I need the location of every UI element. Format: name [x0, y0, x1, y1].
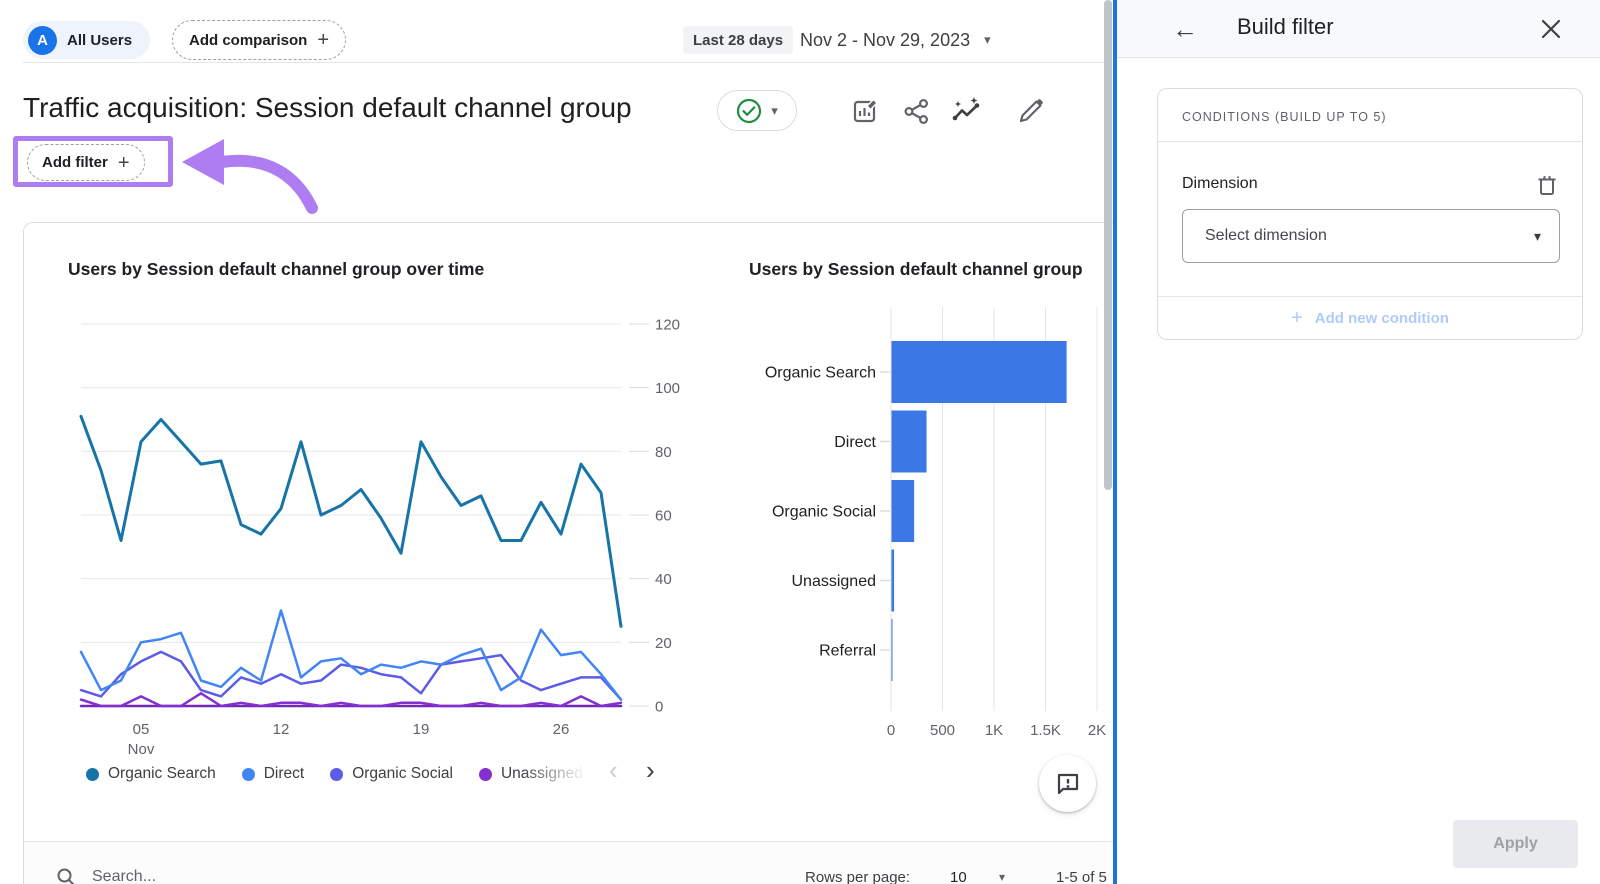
bar-chart: 0 500 1K 1.5K 2K Organic Search Direct Organic … — [701, 291, 1113, 761]
edit-pencil-icon — [1017, 97, 1045, 125]
legend-item[interactable]: Organic Social — [330, 765, 453, 783]
plus-icon: + — [317, 30, 329, 50]
rows-per-page-label: Rows per page: — [805, 869, 910, 884]
search-icon — [56, 867, 76, 884]
add-filter-label: Add filter — [42, 154, 108, 171]
svg-text:Referral: Referral — [819, 643, 876, 660]
line-chart-title: Users by Session default channel group o… — [68, 259, 484, 280]
svg-text:0: 0 — [655, 699, 663, 716]
close-icon — [1540, 18, 1562, 40]
share-report-button[interactable] — [897, 92, 935, 130]
page-title: Traffic acquisition: Session default cha… — [23, 92, 632, 124]
dimension-label: Dimension — [1182, 175, 1258, 193]
all-users-chip[interactable]: A All Users — [23, 21, 150, 59]
caret-down-icon: ▾ — [984, 32, 991, 48]
plus-icon: + — [118, 153, 130, 173]
caret-down-icon: ▾ — [771, 103, 778, 119]
customize-report-button[interactable] — [846, 92, 884, 130]
legend-label: Organic Search — [108, 765, 216, 783]
pagination-range: 1-5 of 5 — [1056, 869, 1107, 884]
apply-button[interactable]: Apply — [1453, 820, 1578, 868]
back-button[interactable]: ← — [1167, 11, 1203, 47]
plus-icon: + — [1291, 307, 1303, 330]
svg-text:2K: 2K — [1088, 722, 1106, 739]
svg-text:80: 80 — [655, 444, 672, 461]
svg-text:Organic Search: Organic Search — [765, 365, 876, 382]
add-comparison-button[interactable]: Add comparison + — [172, 20, 346, 60]
table-toolbar: Rows per page: 10 ▾ 1-5 of 5 — [24, 842, 1113, 884]
date-preset-badge: Last 28 days — [683, 26, 793, 54]
rows-per-page-value[interactable]: 10 — [950, 869, 967, 884]
edit-report-button[interactable] — [1012, 92, 1050, 130]
svg-text:120: 120 — [655, 317, 680, 334]
avatar: A — [28, 26, 57, 55]
svg-text:Nov: Nov — [128, 741, 155, 758]
svg-text:19: 19 — [413, 721, 430, 738]
add-comparison-label: Add comparison — [189, 32, 307, 49]
legend-label: Organic Social — [352, 765, 453, 783]
svg-text:05: 05 — [133, 721, 150, 738]
legend-dot-icon — [479, 768, 492, 781]
panel-title: Build filter — [1237, 14, 1334, 40]
caret-down-icon: ▾ — [1534, 228, 1541, 245]
legend-dot-icon — [86, 768, 99, 781]
svg-text:Organic Social: Organic Social — [772, 504, 876, 521]
legend-dot-icon — [242, 768, 255, 781]
divider — [23, 62, 1105, 63]
svg-text:26: 26 — [553, 721, 570, 738]
svg-text:12: 12 — [273, 721, 290, 738]
svg-text:0: 0 — [887, 722, 895, 739]
conditions-header: CONDITIONS (BUILD UP TO 5) — [1182, 110, 1387, 124]
date-range-label: Nov 2 - Nov 29, 2023 — [800, 30, 970, 51]
report-main: A All Users Add comparison + Last 28 day… — [0, 0, 1113, 884]
select-dimension-dropdown[interactable]: Select dimension ▾ — [1182, 209, 1560, 263]
legend-prev-button[interactable]: ‹ — [609, 757, 618, 783]
all-users-label: All Users — [67, 32, 132, 49]
svg-text:Unassigned: Unassigned — [792, 573, 877, 590]
data-quality-badge[interactable]: ▾ — [717, 90, 797, 131]
add-filter-button[interactable]: Add filter + — [27, 144, 145, 181]
annotation-arrow — [170, 128, 340, 223]
svg-text:60: 60 — [655, 508, 672, 525]
date-range-selector[interactable]: Nov 2 - Nov 29, 2023 ▾ — [800, 24, 991, 56]
legend-dot-icon — [330, 768, 343, 781]
chart-legend: Organic SearchDirectOrganic SocialUnassi… — [86, 765, 583, 783]
svg-text:Direct: Direct — [834, 434, 876, 451]
add-new-condition-button[interactable]: + Add new condition — [1158, 297, 1582, 340]
legend-next-button[interactable]: › — [646, 757, 655, 783]
close-button[interactable] — [1535, 14, 1567, 46]
divider — [1158, 141, 1582, 142]
insights-button[interactable] — [947, 92, 985, 130]
line-chart: 0 20 40 60 80 100 120 05 Nov 12 19 26 — [41, 291, 691, 771]
conditions-card: CONDITIONS (BUILD UP TO 5) Dimension Sel… — [1157, 88, 1583, 340]
build-filter-panel: ← Build filter CONDITIONS (BUILD UP TO 5… — [1117, 0, 1600, 884]
customize-report-icon — [851, 97, 879, 125]
trash-icon — [1536, 173, 1558, 197]
report-card: Users by Session default channel group o… — [23, 222, 1113, 884]
legend-item[interactable]: Direct — [242, 765, 304, 783]
caret-down-icon[interactable]: ▾ — [999, 870, 1005, 884]
svg-text:500: 500 — [930, 722, 955, 739]
svg-text:40: 40 — [655, 571, 672, 588]
feedback-icon — [1055, 771, 1081, 797]
svg-text:1K: 1K — [985, 722, 1003, 739]
legend-label: Direct — [264, 765, 304, 783]
check-circle-icon — [736, 98, 762, 124]
vertical-scrollbar[interactable] — [1104, 0, 1112, 490]
feedback-button[interactable] — [1039, 755, 1096, 812]
bar-chart-title: Users by Session default channel group — [749, 259, 1083, 280]
share-icon — [903, 98, 930, 125]
search-input[interactable] — [92, 868, 372, 884]
add-new-condition-label: Add new condition — [1315, 310, 1449, 327]
delete-condition-button[interactable] — [1534, 173, 1560, 199]
svg-text:100: 100 — [655, 380, 680, 397]
svg-text:20: 20 — [655, 635, 672, 652]
svg-text:1.5K: 1.5K — [1030, 722, 1061, 739]
select-dimension-value: Select dimension — [1205, 227, 1327, 245]
legend-item[interactable]: Organic Search — [86, 765, 216, 783]
insights-icon — [950, 96, 982, 126]
legend-fade — [521, 759, 613, 789]
